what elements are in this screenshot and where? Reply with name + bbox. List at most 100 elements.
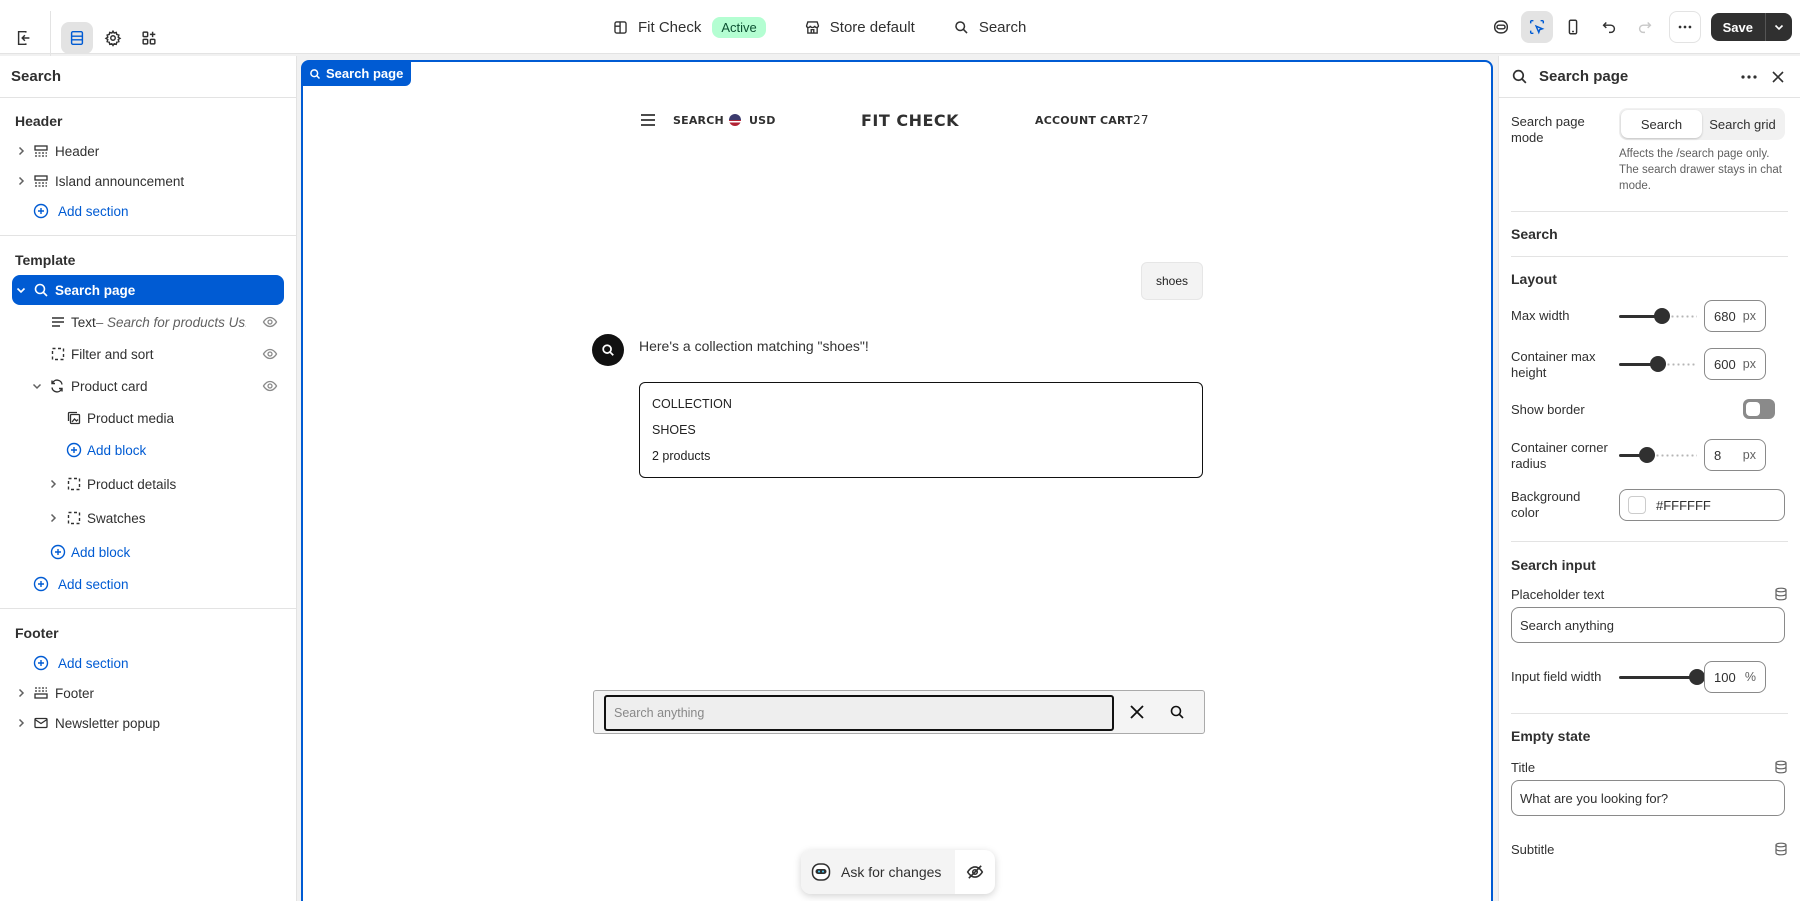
container-corner-radius-slider[interactable]: [1619, 447, 1697, 463]
menu-icon[interactable]: [639, 111, 657, 129]
block-filter-sort[interactable]: Filter and sort: [0, 339, 296, 369]
eye-icon[interactable]: [262, 314, 278, 330]
block-product-media[interactable]: Product media: [0, 403, 296, 433]
dynamic-source-icon[interactable]: [1774, 760, 1788, 774]
plus-circle-icon: [33, 203, 49, 219]
section-island-announcement[interactable]: Island announcement: [0, 166, 296, 196]
top-bar-right: Save: [1485, 11, 1792, 43]
mode-option-search[interactable]: Search: [1621, 110, 1702, 138]
block-product-details-label: Product details: [87, 476, 177, 492]
block-dashed-icon: [67, 511, 81, 525]
theme-selector[interactable]: Fit Check Active: [612, 16, 766, 38]
block-product-card[interactable]: Product card: [0, 371, 296, 401]
product-card-add-block[interactable]: Add block: [0, 435, 296, 465]
header-group-title: Header: [15, 113, 63, 129]
template-add-section[interactable]: Add section: [0, 569, 296, 599]
search-section-heading: Search: [1511, 226, 1558, 242]
search-icon: [602, 344, 614, 356]
block-product-media-label: Product media: [87, 410, 175, 426]
eye-icon[interactable]: [262, 378, 278, 394]
chevron-down-icon: [1774, 24, 1784, 31]
search-icon[interactable]: [1169, 704, 1185, 720]
chevron-right-icon[interactable]: [15, 175, 27, 187]
storefront-search-link[interactable]: SEARCH: [673, 114, 724, 127]
chevron-down-icon[interactable]: [31, 380, 43, 392]
container-corner-radius-value: 8: [1714, 447, 1722, 463]
ask-for-changes-button[interactable]: Ask for changes: [801, 850, 956, 894]
max-width-input[interactable]: 680 px: [1704, 300, 1766, 332]
footer-add-section[interactable]: Add section: [0, 648, 296, 678]
more-horizontal-icon[interactable]: [1740, 69, 1758, 85]
selected-section-tag[interactable]: Search page: [302, 61, 412, 86]
container-max-height-value: 600: [1714, 356, 1736, 372]
redo-button[interactable]: [1629, 11, 1661, 43]
cart-link[interactable]: CART: [1100, 114, 1133, 127]
input-field-width-input[interactable]: 100%: [1704, 661, 1766, 693]
save-button[interactable]: Save: [1711, 13, 1766, 41]
section-footer[interactable]: Footer: [0, 678, 296, 708]
storefront-search-input[interactable]: Search anything: [604, 695, 1114, 731]
store-selector[interactable]: Store default: [804, 19, 915, 36]
section-header[interactable]: Header: [0, 136, 296, 166]
inspector-button[interactable]: [1520, 11, 1553, 43]
header-add-section[interactable]: Add section: [0, 196, 296, 226]
hide-overlay-button[interactable]: [955, 863, 995, 881]
unit-px: px: [1742, 357, 1756, 371]
top-bar: Fit Check Active Store default Search Sa…: [0, 0, 1800, 65]
chevron-right-icon[interactable]: [47, 512, 59, 524]
preview-canvas[interactable]: Search page SEARCH USD FIT CHECK ACCOUNT…: [301, 60, 1493, 901]
exit-button[interactable]: [8, 22, 40, 54]
mode-option-search-grid[interactable]: Search grid: [1702, 110, 1783, 138]
theme-settings-button[interactable]: [97, 22, 129, 54]
storefront-search-bar: Search anything: [593, 690, 1205, 734]
settings-panel-title: Search page: [1539, 68, 1629, 85]
more-horizontal-icon: [1678, 25, 1691, 29]
search-icon: [1512, 69, 1527, 84]
page-selector[interactable]: Search: [953, 18, 1027, 36]
eye-icon[interactable]: [262, 346, 278, 362]
dynamic-source-icon[interactable]: [1774, 587, 1788, 601]
undo-button[interactable]: [1593, 11, 1625, 43]
sections-button[interactable]: [61, 22, 93, 54]
left-panel-title: Search: [0, 56, 296, 98]
block-product-details[interactable]: Product details: [0, 469, 296, 499]
chevron-right-icon[interactable]: [15, 687, 27, 699]
block-swatches[interactable]: Swatches: [0, 503, 296, 533]
redo-icon: [1638, 21, 1652, 34]
chevron-right-icon[interactable]: [15, 145, 27, 157]
currency-selector[interactable]: USD: [749, 114, 776, 127]
empty-title-input[interactable]: What are you looking for?: [1511, 780, 1785, 816]
text-lines-icon: [52, 317, 64, 327]
chevron-down-icon[interactable]: [15, 284, 27, 296]
max-width-slider[interactable]: [1619, 308, 1697, 324]
chevron-right-icon[interactable]: [47, 478, 59, 490]
color-swatch[interactable]: [1628, 496, 1646, 514]
desktop-view-button[interactable]: [1485, 11, 1517, 43]
container-max-height-slider[interactable]: [1619, 356, 1697, 372]
close-icon[interactable]: [1127, 702, 1147, 722]
mobile-view-button[interactable]: [1557, 11, 1589, 43]
storefront-logo[interactable]: FIT CHECK: [861, 111, 959, 130]
search-page-add-block[interactable]: Add block: [0, 537, 296, 567]
container-corner-radius-input[interactable]: 8 px: [1704, 439, 1766, 471]
dynamic-source-icon[interactable]: [1774, 842, 1788, 856]
block-text[interactable]: Text – Search for products Us...: [0, 307, 296, 337]
save-options-button[interactable]: [1766, 13, 1792, 41]
chevron-right-icon[interactable]: [15, 717, 27, 729]
account-link[interactable]: ACCOUNT: [1035, 114, 1096, 127]
page-label: Search: [978, 18, 1027, 36]
collection-card[interactable]: COLLECTION SHOES 2 products: [639, 382, 1203, 478]
more-actions-button[interactable]: [1668, 11, 1701, 43]
apps-button[interactable]: [133, 22, 165, 54]
input-field-width-value: 100: [1714, 669, 1736, 685]
show-border-toggle[interactable]: [1743, 399, 1775, 419]
section-search-page[interactable]: Search page: [12, 275, 284, 305]
section-search-page-label: Search page: [55, 282, 136, 298]
section-newsletter-popup[interactable]: Newsletter popup: [0, 708, 296, 738]
select-cursor-icon: [1529, 19, 1545, 35]
background-color-picker[interactable]: #FFFFFF: [1619, 489, 1785, 521]
close-icon[interactable]: [1770, 69, 1786, 85]
container-max-height-input[interactable]: 600 px: [1704, 348, 1766, 380]
placeholder-text-input[interactable]: Search anything: [1511, 607, 1785, 643]
input-field-width-slider[interactable]: [1619, 669, 1705, 685]
